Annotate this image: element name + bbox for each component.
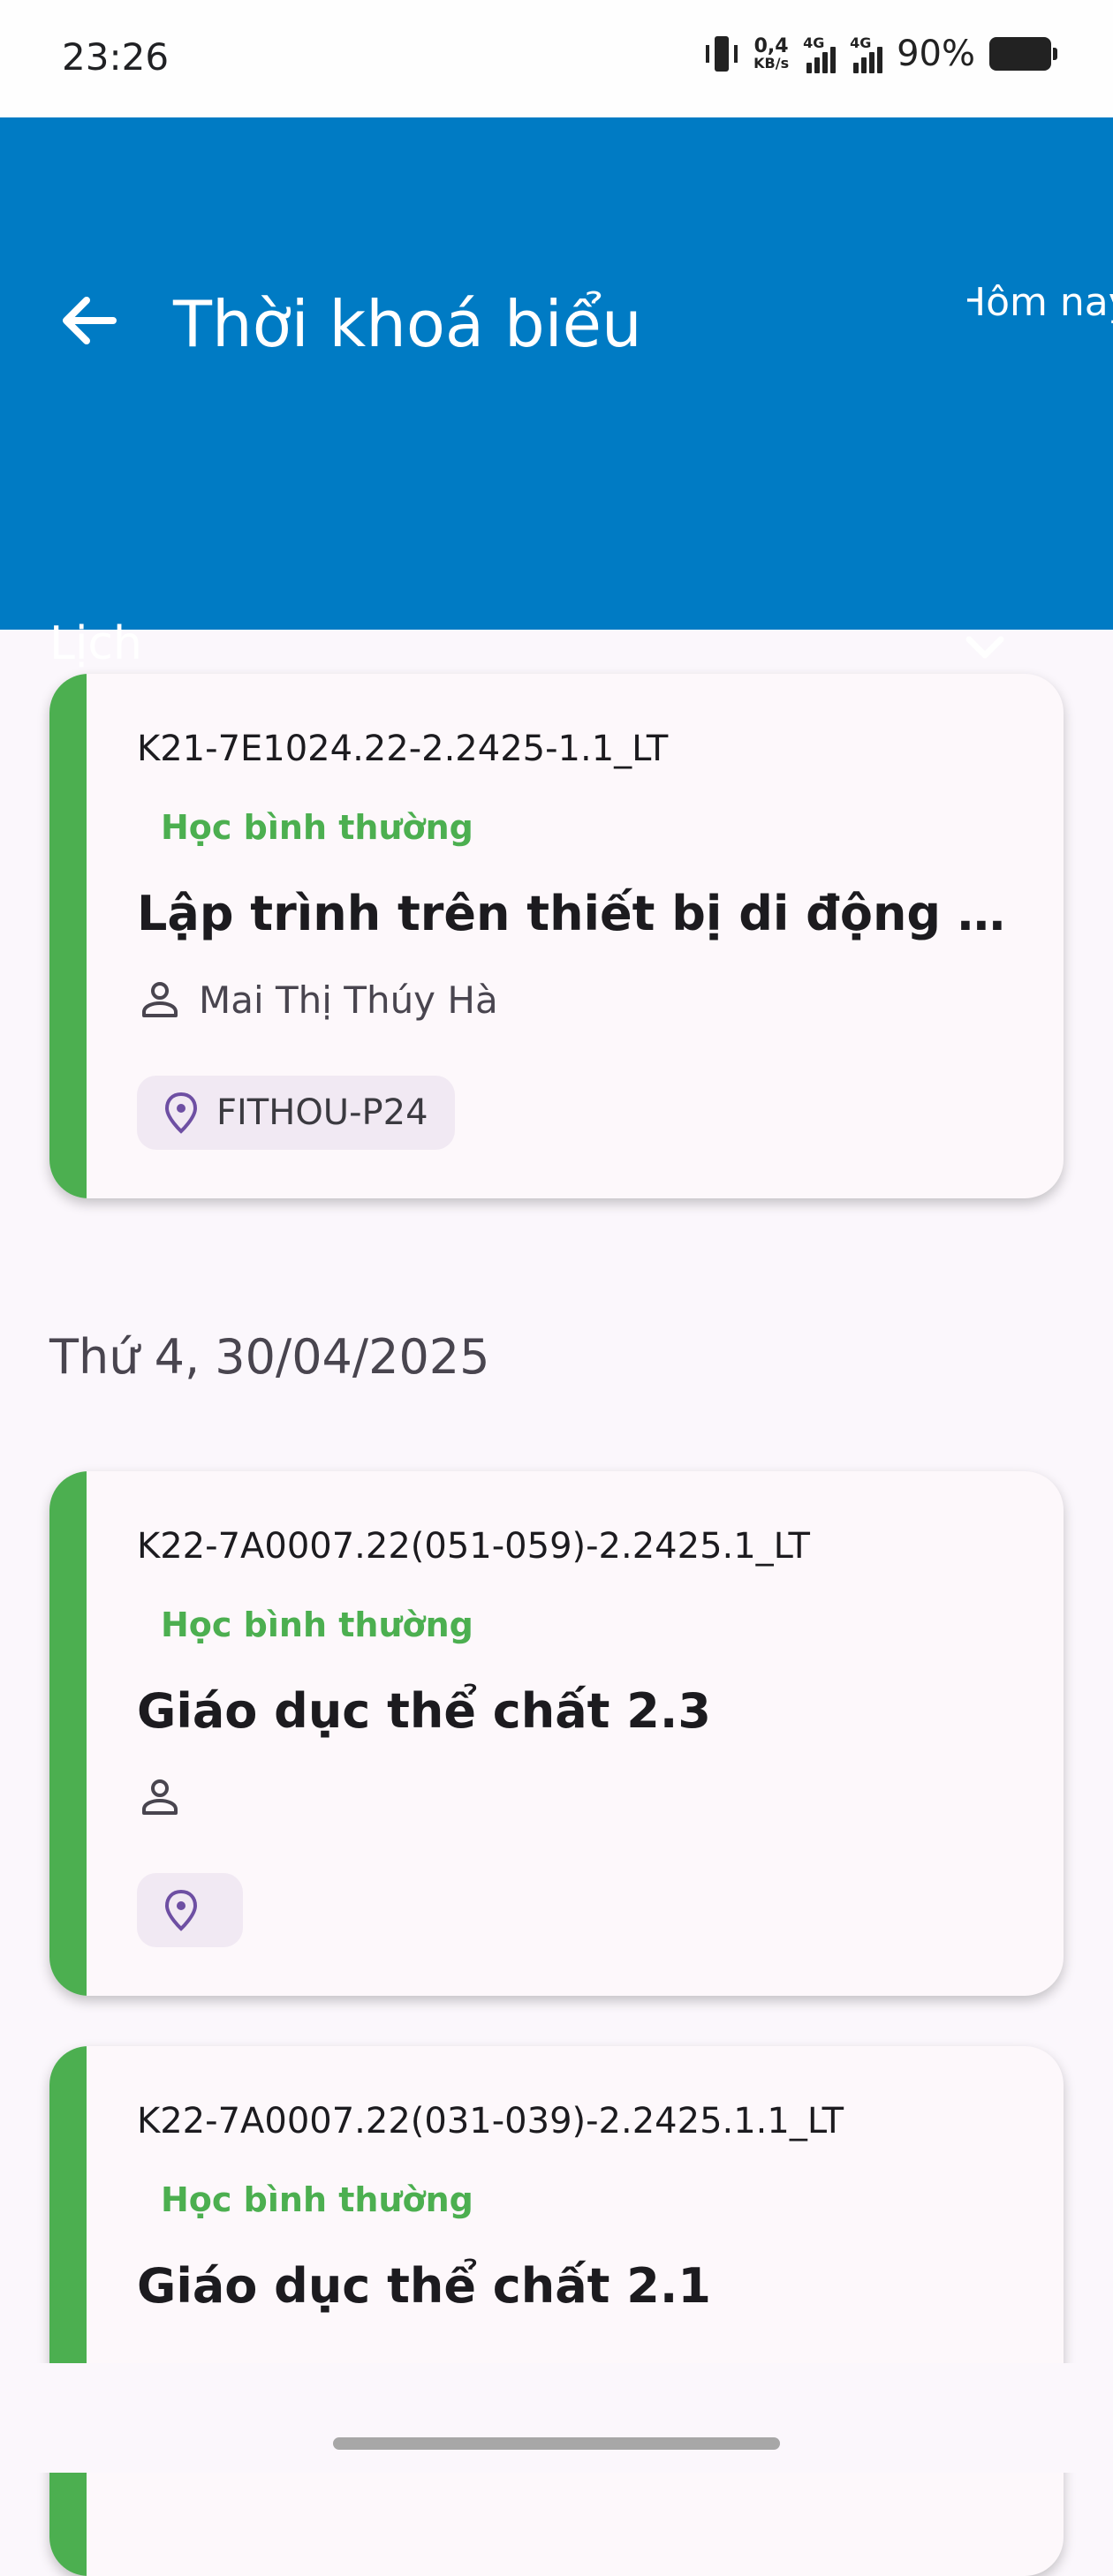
subject-title: Giáo dục thể chất 2.3 <box>137 1683 711 1739</box>
card-accent-bar <box>49 1471 87 1996</box>
class-code: K22-7A0007.22(051-059)-2.2425.1_LT <box>137 1526 810 1567</box>
subject-title: Giáo dục thể chất 2.1 <box>137 2258 711 2314</box>
date-header: Thứ 4, 30/04/2025 <box>49 1329 490 1385</box>
teacher-row <box>137 1774 199 1820</box>
network-type-1: 4G <box>803 34 825 51</box>
subject-title: Lập trình trên thiết bị di động nâng cao <box>137 886 1038 941</box>
status-icons: 0,4 KB/s 4G 4G 90% <box>704 34 1057 74</box>
calendar-label: Lịch <box>49 617 142 670</box>
room-chip: FITHOU-P24 <box>137 1076 455 1150</box>
schedule-card[interactable]: K22-7A0007.22(051-059)-2.2425.1_LT Học b… <box>49 1471 1064 1996</box>
location-pin-icon <box>164 1889 198 1931</box>
class-status: Học bình thường <box>161 808 473 847</box>
today-button-label: Hôm nay <box>967 280 1113 325</box>
schedule-card[interactable]: K21-7E1024.22-2.2425-1.1_LT Học bình thư… <box>49 674 1064 1198</box>
schedule-card[interactable]: K22-7A0007.22(031-039)-2.2425.1.1_LT Học… <box>49 2046 1064 2576</box>
network-speed-unit: KB/s <box>753 55 790 72</box>
chevron-down-icon <box>965 636 1004 659</box>
system-nav-bar <box>0 2363 1113 2473</box>
vibrate-icon <box>704 34 739 73</box>
teacher-row: Mai Thị Thúy Hà <box>137 977 498 1023</box>
person-icon <box>142 982 178 1017</box>
class-status: Học bình thường <box>161 1605 473 1644</box>
signal-icon: 4G <box>850 34 883 73</box>
signal-icon: 4G <box>803 34 837 73</box>
status-time: 23:26 <box>62 35 170 79</box>
network-speed-value: 0,4 <box>753 35 789 57</box>
room-chip <box>137 1873 243 1947</box>
today-button[interactable]: Hôm nay <box>967 272 1113 369</box>
status-bar: 23:26 0,4 KB/s 4G 4G 90% <box>0 0 1113 117</box>
battery-icon <box>989 37 1057 71</box>
class-code: K21-7E1024.22-2.2425-1.1_LT <box>137 729 669 769</box>
location-pin-icon <box>164 1092 198 1134</box>
person-icon <box>142 1779 178 1815</box>
app-bar: Thời khoá biểu Hôm nay Lịch <box>0 117 1113 670</box>
network-speed: 0,4 KB/s <box>753 37 789 71</box>
room-name: FITHOU-P24 <box>216 1092 428 1133</box>
battery-percent: 90% <box>897 34 975 74</box>
card-accent-bar <box>49 674 87 1198</box>
back-button[interactable] <box>44 276 132 365</box>
class-code: K22-7A0007.22(031-039)-2.2425.1.1_LT <box>137 2101 844 2142</box>
network-type-2: 4G <box>850 34 872 51</box>
card-accent-bar <box>49 2046 87 2576</box>
back-arrow-icon <box>63 297 117 344</box>
teacher-name: Mai Thị Thúy Hà <box>199 978 498 1022</box>
page-title: Thời khoá biểu <box>173 287 642 361</box>
class-status: Học bình thường <box>161 2180 473 2219</box>
home-gesture-handle[interactable] <box>333 2437 780 2450</box>
